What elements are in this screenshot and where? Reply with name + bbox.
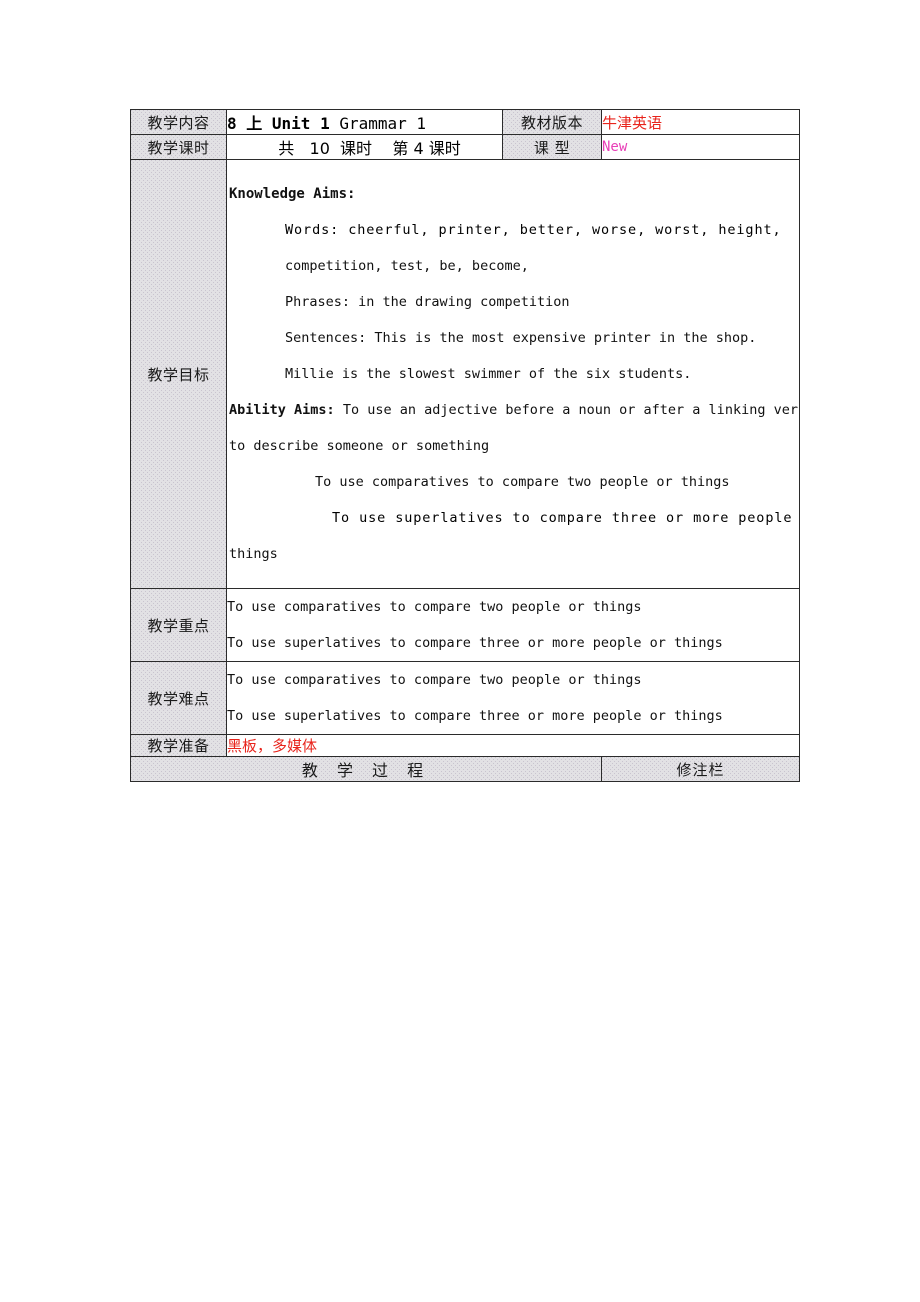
difficult-point-line-1: To use comparatives to compare two peopl… <box>227 672 642 688</box>
lesson-plan-table: 教学内容 8 上 Unit 1 Grammar 1 教材版本 牛津英语 教学课时… <box>130 109 800 782</box>
objectives-sentences-line-2: Millie is the slowest swimmer of the six… <box>285 366 692 382</box>
lesson-title-section: Grammar 1 <box>339 114 427 133</box>
objectives-words-line-2: competition, test, be, become, <box>285 258 529 274</box>
phrases-label: Phrases: <box>285 294 351 310</box>
key-point-line-1: To use comparatives to compare two peopl… <box>227 599 642 615</box>
cell-difficult-points-value: To use comparatives to compare two peopl… <box>226 661 800 735</box>
cell-lesson-type-value: New <box>601 134 800 160</box>
key-point-line-2: To use superlatives to compare three or … <box>227 635 723 651</box>
ability-aims-line-3: To use comparatives to compare two peopl… <box>315 474 730 490</box>
table-row-difficult-points: 教学难点 To use comparatives to compare two … <box>130 661 800 735</box>
objectives-body: Knowledge Aims: Words: cheerful, printer… <box>228 176 800 572</box>
phrases-value: in the drawing competition <box>358 294 570 310</box>
textbook-version-value: 牛津英语 <box>602 113 663 132</box>
cell-periods-value: 共 10 课时 第 4 课时 <box>226 134 503 160</box>
process-header-label: 教 学 过 程 <box>130 756 602 782</box>
sentences-value: This is the most expensive printer in th… <box>374 330 757 346</box>
cell-preparation-value: 黑板，多媒体 <box>226 734 800 757</box>
row-label-objectives: 教学目标 <box>130 159 227 589</box>
table-row-preparation: 教学准备 黑板，多媒体 <box>130 734 800 757</box>
words-label: Words: <box>285 222 340 238</box>
cell-textbook-value: 牛津英语 <box>601 109 800 135</box>
table-row-content: 教学内容 8 上 Unit 1 Grammar 1 教材版本 牛津英语 <box>130 109 800 135</box>
lesson-type-value: New <box>602 139 628 155</box>
preparation-value: 黑板，多媒体 <box>227 737 318 755</box>
notes-column-label: 修注栏 <box>601 756 800 782</box>
cell-key-points-value: To use comparatives to compare two peopl… <box>226 588 800 662</box>
knowledge-aims-heading: Knowledge Aims: <box>229 186 356 202</box>
row-label-lesson-type: 课 型 <box>502 134 602 160</box>
row-label-textbook: 教材版本 <box>502 109 602 135</box>
sentences-label: Sentences: <box>285 330 367 346</box>
table-row-objectives: 教学目标 Knowledge Aims: Words: cheerful, pr… <box>130 159 800 589</box>
row-label-key-points: 教学重点 <box>130 588 227 662</box>
table-row-key-points: 教学重点 To use comparatives to compare two … <box>130 588 800 662</box>
words-value: cheerful, printer, better, worse, worst,… <box>348 222 782 238</box>
row-label-preparation: 教学准备 <box>130 734 227 757</box>
lesson-title-unit: 8 上 Unit 1 <box>227 114 340 133</box>
row-label-periods: 教学课时 <box>130 134 227 160</box>
difficult-point-line-2: To use superlatives to compare three or … <box>227 708 723 724</box>
document-page: 教学内容 8 上 Unit 1 Grammar 1 教材版本 牛津英语 教学课时… <box>0 0 920 1302</box>
row-label-difficult-points: 教学难点 <box>130 661 227 735</box>
ability-aims-heading: Ability Aims: <box>229 402 335 418</box>
ability-aims-text-1: To use an adjective before a noun or aft… <box>342 402 800 418</box>
ability-aims-line-1: Ability Aims: To use an adjective before… <box>228 392 800 428</box>
table-row-process-header: 教 学 过 程 修注栏 <box>130 756 800 782</box>
periods-value: 共 10 课时 第 4 课时 <box>278 139 461 158</box>
ability-aims-line-5: things <box>229 546 278 562</box>
cell-content-value: 8 上 Unit 1 Grammar 1 <box>226 109 503 135</box>
lesson-title: 8 上 Unit 1 Grammar 1 <box>227 111 502 134</box>
objectives-phrases-line: Phrases: in the drawing competition <box>228 284 799 320</box>
cell-objectives-value: Knowledge Aims: Words: cheerful, printer… <box>226 159 800 589</box>
table-row-periods: 教学课时 共 10 课时 第 4 课时 课 型 New <box>130 134 800 160</box>
ability-aims-line-2: to describe someone or something <box>229 438 490 454</box>
row-label-content: 教学内容 <box>130 109 227 135</box>
objectives-sentences-line: Sentences: This is the most expensive pr… <box>228 320 799 356</box>
objectives-words-line: Words: cheerful, printer, better, worse,… <box>228 212 799 248</box>
ability-aims-line-4: To use superlatives to compare three or … <box>332 510 800 526</box>
